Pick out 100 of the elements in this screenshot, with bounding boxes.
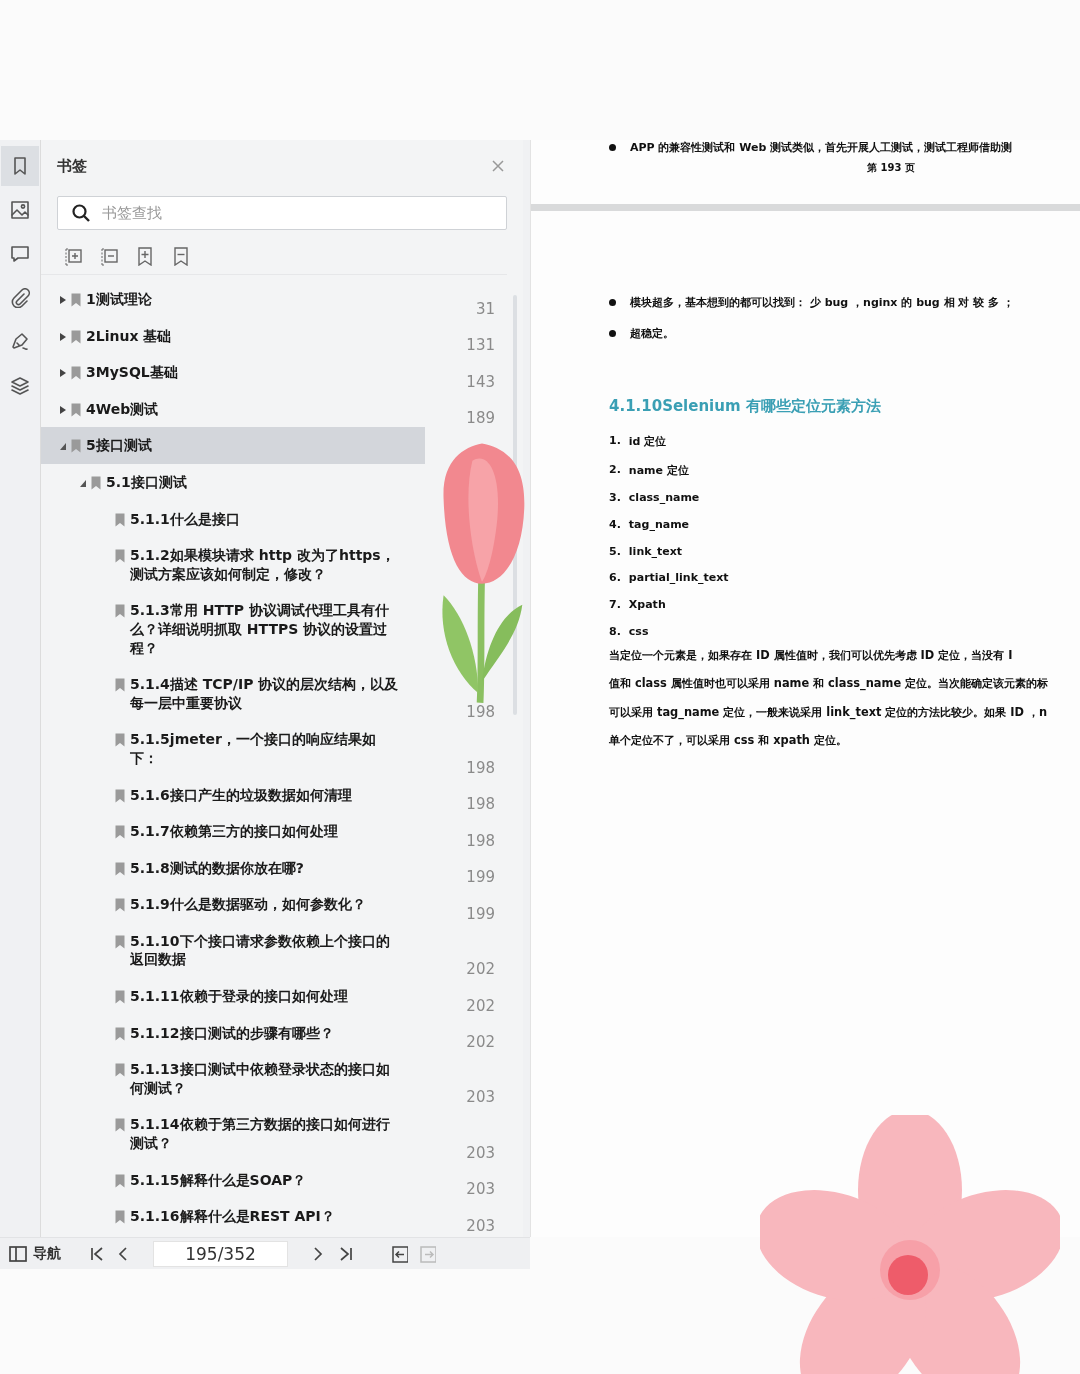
list-number: 8.: [609, 624, 621, 638]
list-number: 6.: [609, 571, 621, 585]
bookmark-icon: [71, 439, 81, 454]
bookmark-row[interactable]: 5.1.1什么是接口: [41, 500, 425, 538]
expand-arrow-icon[interactable]: [59, 368, 67, 379]
bookmark-row[interactable]: 5.1.8测试的数据你放在哪?: [41, 849, 425, 887]
bookmark-tab[interactable]: [1, 146, 39, 186]
bookmark-icon: [115, 549, 125, 564]
bookmark-row[interactable]: 5.1.10下个接口请求参数依赖上个接口的返回数据: [41, 922, 425, 979]
page-number: 202: [466, 996, 496, 1015]
bookmark-icon: [115, 678, 125, 693]
list-text: link_text: [628, 544, 683, 558]
list-number: 2.: [609, 462, 621, 478]
bookmark-row[interactable]: 4Web测试: [41, 390, 425, 428]
list-number: 4.: [609, 518, 621, 532]
bookmark-row[interactable]: 5.1.4描述 TCP/IP 协议的层次结构，以及每一层中重要协议: [41, 666, 425, 722]
bookmark-row[interactable]: 5.1接口测试: [41, 463, 425, 501]
page-number: 203: [466, 1180, 496, 1199]
bullet-dot: [609, 330, 616, 337]
bookmark-row[interactable]: 5.1.5jmeter，一个接口的响应结果如下：: [41, 721, 425, 777]
list-number: 1.: [609, 434, 621, 449]
page-number: 202: [466, 960, 496, 979]
bookmark-icon: [115, 825, 125, 840]
page-number: 31: [475, 299, 496, 318]
bookmark-icon: [115, 990, 125, 1005]
comment-icon: [10, 244, 30, 264]
section-heading: 4.1.10Selenium 有哪些定位元素方法: [609, 397, 882, 416]
page-number: 198: [466, 795, 496, 814]
bookmark-icon: [115, 1063, 125, 1078]
bookmark-remove-button[interactable]: [171, 246, 191, 266]
page-footer: 第 193 页: [867, 161, 1080, 175]
expand-arrow-icon[interactable]: [59, 295, 67, 305]
page-number: 198: [466, 831, 496, 850]
page-number: 131: [466, 336, 496, 355]
bookmark-icon: [115, 1118, 125, 1133]
bookmark-icon: [115, 733, 125, 748]
bookmark-row[interactable]: 5.1.6接口产生的垃圾数据如何清理: [41, 776, 425, 814]
bookmark-row[interactable]: 5接口测试: [41, 427, 425, 464]
page-number: 199: [466, 904, 496, 923]
list-number: 7.: [609, 598, 621, 612]
back-button[interactable]: [392, 1244, 408, 1263]
bookmark-row[interactable]: 5.1.12接口测试的步骤有哪些？: [41, 1014, 425, 1052]
first-page-button[interactable]: [89, 1244, 105, 1263]
list-text: css: [628, 624, 649, 638]
list-number: 3.: [609, 491, 621, 505]
page-number: 202: [466, 1033, 496, 1052]
bookmark-icon: [115, 898, 125, 913]
last-page-button[interactable]: [338, 1244, 354, 1263]
list-text: partial_link_text: [628, 571, 729, 585]
bookmark-row[interactable]: 3MySQL基础: [41, 354, 425, 391]
bookmark-icon: [115, 604, 125, 619]
list-number: 5.: [609, 544, 621, 558]
collapse-arrow-icon[interactable]: [59, 441, 67, 452]
panel-icon: [9, 1244, 27, 1263]
collapse-all-button[interactable]: [99, 246, 119, 266]
search-field[interactable]: 书签查找: [57, 196, 507, 230]
panel-title: 书签: [57, 156, 87, 176]
bookmark-row[interactable]: 2Linux 基础: [41, 317, 425, 355]
pen-icon: [10, 332, 30, 352]
bookmark-icon: [115, 861, 125, 876]
bookmark-row[interactable]: 5.1.11依赖于登录的接口如何处理: [41, 978, 425, 1015]
bookmark-icon: [115, 1173, 125, 1188]
bookmark-row[interactable]: 5.1.9什么是数据驱动，如何参数化？: [41, 886, 425, 923]
expand-arrow-icon[interactable]: [59, 331, 67, 342]
bookmark-row[interactable]: 5.1.16解释什么是REST API？: [41, 1198, 425, 1235]
page-number: 203: [466, 1216, 496, 1235]
page-number: 189: [466, 409, 496, 428]
bullet-text: 超稳定。: [630, 326, 674, 341]
bookmark-row[interactable]: 5.1.2如果模块请求 http 改为了https，测试方案应该如何制定，修改？: [41, 537, 425, 593]
bookmark-row[interactable]: 5.1.14依赖于第三方数据的接口如何进行测试？: [41, 1106, 425, 1162]
bookmark-icon: [115, 1026, 125, 1041]
bookmark-row[interactable]: 5.1.7依赖第三方的接口如何处理: [41, 813, 425, 850]
bookmark-icon: [115, 788, 125, 803]
bookmark-icon: [71, 329, 81, 344]
bullet-text: 模块超多，基本想到的都可以找到： 少 bug ，nginx 的 bug 相 对 较 多 ；: [630, 295, 1014, 310]
bullet-dot: [609, 144, 616, 151]
expand-arrow-icon[interactable]: [59, 404, 67, 415]
page-field[interactable]: 195/352: [153, 1240, 288, 1267]
bookmark-icon: [91, 475, 101, 490]
bookmark-row[interactable]: 5.1.13接口测试中依赖登录状态的接口如何测试？: [41, 1051, 425, 1107]
expand-all-button[interactable]: [63, 246, 83, 266]
bookmark-row[interactable]: 5.1.15解释什么是SOAP？: [41, 1161, 425, 1199]
bookmark-row[interactable]: 1测试理论: [41, 281, 425, 318]
bookmark-icon: [71, 293, 81, 307]
page-number: 198: [466, 758, 496, 777]
bookmark-icon: [71, 402, 81, 417]
list-text: id 定位: [628, 434, 667, 449]
page-number: 203: [466, 1143, 496, 1162]
bookmark-row[interactable]: 5.1.3常用 HTTP 协议调试代理工具有什么？详细说明抓取 HTTPS 协议的设置过程？: [41, 592, 425, 667]
close-button[interactable]: [491, 159, 505, 173]
bookmark-icon: [115, 512, 125, 527]
paperclip-icon: [10, 288, 30, 308]
list-text: Xpath: [628, 598, 666, 612]
bookmark-icon: [115, 1210, 125, 1225]
bullet-dot: [609, 299, 616, 306]
page-number: 198: [466, 703, 496, 722]
bookmark-add-button[interactable]: [135, 246, 155, 266]
bookmark-icon: [71, 366, 81, 381]
bookmark-icon: [115, 934, 125, 949]
navigation-toggle[interactable]: 导航: [9, 1244, 61, 1263]
